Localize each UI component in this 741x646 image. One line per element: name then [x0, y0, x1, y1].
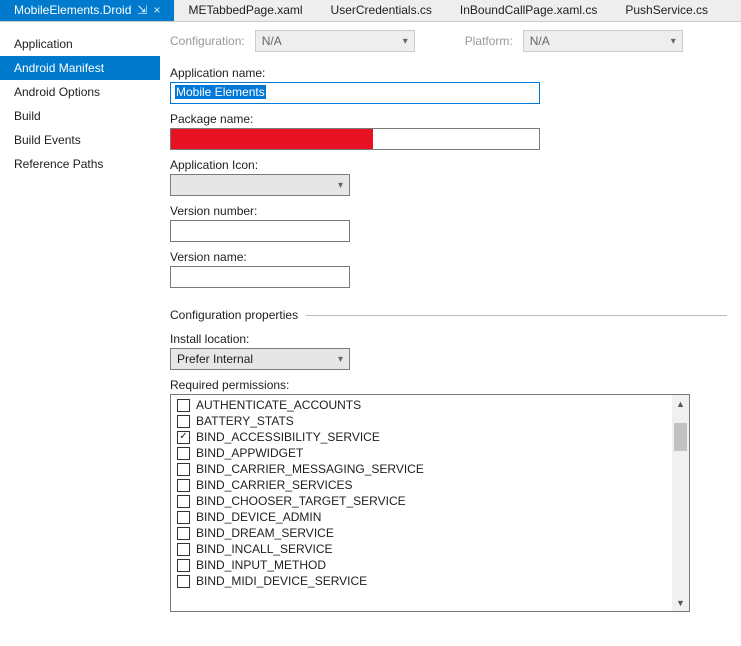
close-icon[interactable]: × [153, 3, 160, 17]
platform-combo: N/A ▾ [523, 30, 683, 52]
version-name-input[interactable] [170, 266, 350, 288]
permission-name: BIND_INCALL_SERVICE [196, 542, 333, 556]
divider [306, 315, 727, 316]
version-number-input[interactable] [170, 220, 350, 242]
scroll-thumb[interactable] [674, 423, 687, 451]
sidebar-item[interactable]: Android Options [0, 80, 160, 104]
permission-name: BIND_CARRIER_SERVICES [196, 478, 353, 492]
checkbox[interactable] [177, 447, 190, 460]
permission-name: BIND_DEVICE_ADMIN [196, 510, 321, 524]
required-permissions-list[interactable]: AUTHENTICATE_ACCOUNTS BATTERY_STATS BIND_A… [170, 394, 690, 612]
checkbox[interactable] [177, 575, 190, 588]
install-location-combo[interactable]: Prefer Internal ▾ [170, 348, 350, 370]
tab-label: InBoundCallPage.xaml.cs [460, 3, 597, 17]
sidebar-item[interactable]: Reference Paths [0, 152, 160, 176]
chevron-down-icon: ▾ [338, 180, 343, 191]
checkbox[interactable] [177, 527, 190, 540]
tab-label: MobileElements.Droid [14, 3, 131, 17]
platform-value: N/A [530, 34, 550, 48]
permission-item[interactable]: BIND_CARRIER_SERVICES [173, 477, 687, 493]
application-name-value: Mobile Elements [175, 85, 266, 99]
version-number-label: Version number: [170, 204, 727, 218]
checkbox[interactable] [177, 431, 190, 444]
permission-name: BIND_ACCESSIBILITY_SERVICE [196, 430, 380, 444]
permission-item[interactable]: BIND_APPWIDGET [173, 445, 687, 461]
checkbox[interactable] [177, 495, 190, 508]
checkbox[interactable] [177, 415, 190, 428]
checkbox[interactable] [177, 559, 190, 572]
editor-tabs: MobileElements.Droid ⇲ × METabbedPage.xaml U… [0, 0, 741, 22]
permission-item[interactable]: BIND_DREAM_SERVICE [173, 525, 687, 541]
application-name-input[interactable]: Mobile Elements [170, 82, 540, 104]
application-icon-label: Application Icon: [170, 158, 727, 172]
scrollbar[interactable]: ▲ ▼ [672, 395, 689, 611]
permission-name: AUTHENTICATE_ACCOUNTS [196, 398, 361, 412]
editor-tab[interactable]: METabbedPage.xaml [174, 0, 316, 21]
permission-item[interactable]: BIND_INCALL_SERVICE [173, 541, 687, 557]
checkbox[interactable] [177, 511, 190, 524]
permission-item[interactable]: BIND_MIDI_DEVICE_SERVICE [173, 573, 687, 589]
permission-name: BIND_CHOOSER_TARGET_SERVICE [196, 494, 406, 508]
permission-item[interactable]: BIND_CARRIER_MESSAGING_SERVICE [173, 461, 687, 477]
chevron-down-icon: ▾ [403, 36, 408, 47]
platform-label: Platform: [465, 34, 513, 48]
permission-item[interactable]: BIND_INPUT_METHOD [173, 557, 687, 573]
package-name-input[interactable] [170, 128, 540, 150]
tab-label: UserCredentials.cs [331, 3, 432, 17]
chevron-down-icon: ▾ [671, 36, 676, 47]
chevron-down-icon: ▾ [338, 354, 343, 365]
checkbox[interactable] [177, 463, 190, 476]
version-name-label: Version name: [170, 250, 727, 264]
sidebar-item[interactable]: Build Events [0, 128, 160, 152]
checkbox[interactable] [177, 399, 190, 412]
editor-tab[interactable]: InBoundCallPage.xaml.cs [446, 0, 611, 21]
editor-tab[interactable]: UserCredentials.cs [317, 0, 446, 21]
permission-name: BIND_INPUT_METHOD [196, 558, 326, 572]
pin-icon[interactable]: ⇲ [137, 3, 147, 17]
package-name-error-highlight [171, 129, 373, 149]
sidebar-item[interactable]: Android Manifest [0, 56, 160, 80]
configuration-value: N/A [262, 34, 282, 48]
permission-name: BIND_APPWIDGET [196, 446, 303, 460]
install-location-label: Install location: [170, 332, 727, 346]
configuration-combo: N/A ▾ [255, 30, 415, 52]
android-manifest-panel: Configuration: N/A ▾ Platform: N/A ▾ App… [160, 22, 741, 646]
application-icon-combo[interactable]: ▾ [170, 174, 350, 196]
configuration-label: Configuration: [170, 34, 245, 48]
scroll-up-icon[interactable]: ▲ [672, 395, 689, 412]
configuration-properties-heading: Configuration properties [170, 308, 298, 322]
project-properties-sidebar: ApplicationAndroid ManifestAndroid Optio… [0, 22, 160, 646]
permission-item[interactable]: BATTERY_STATS [173, 413, 687, 429]
permission-item[interactable]: BIND_DEVICE_ADMIN [173, 509, 687, 525]
permission-item[interactable]: BIND_CHOOSER_TARGET_SERVICE [173, 493, 687, 509]
permission-name: BIND_MIDI_DEVICE_SERVICE [196, 574, 367, 588]
install-location-value: Prefer Internal [177, 352, 253, 366]
permission-item[interactable]: AUTHENTICATE_ACCOUNTS [173, 397, 687, 413]
permission-name: BIND_DREAM_SERVICE [196, 526, 334, 540]
tab-label: PushService.cs [625, 3, 708, 17]
sidebar-item[interactable]: Application [0, 32, 160, 56]
permission-name: BATTERY_STATS [196, 414, 294, 428]
editor-tab[interactable]: MobileElements.Droid ⇲ × [0, 0, 174, 21]
scroll-down-icon[interactable]: ▼ [672, 594, 689, 611]
editor-tab[interactable]: PushService.cs [611, 0, 722, 21]
tab-label: METabbedPage.xaml [188, 3, 302, 17]
checkbox[interactable] [177, 479, 190, 492]
checkbox[interactable] [177, 543, 190, 556]
permission-item[interactable]: BIND_ACCESSIBILITY_SERVICE [173, 429, 687, 445]
permission-name: BIND_CARRIER_MESSAGING_SERVICE [196, 462, 424, 476]
sidebar-item[interactable]: Build [0, 104, 160, 128]
required-permissions-label: Required permissions: [170, 378, 727, 392]
application-name-label: Application name: [170, 66, 727, 80]
package-name-label: Package name: [170, 112, 727, 126]
